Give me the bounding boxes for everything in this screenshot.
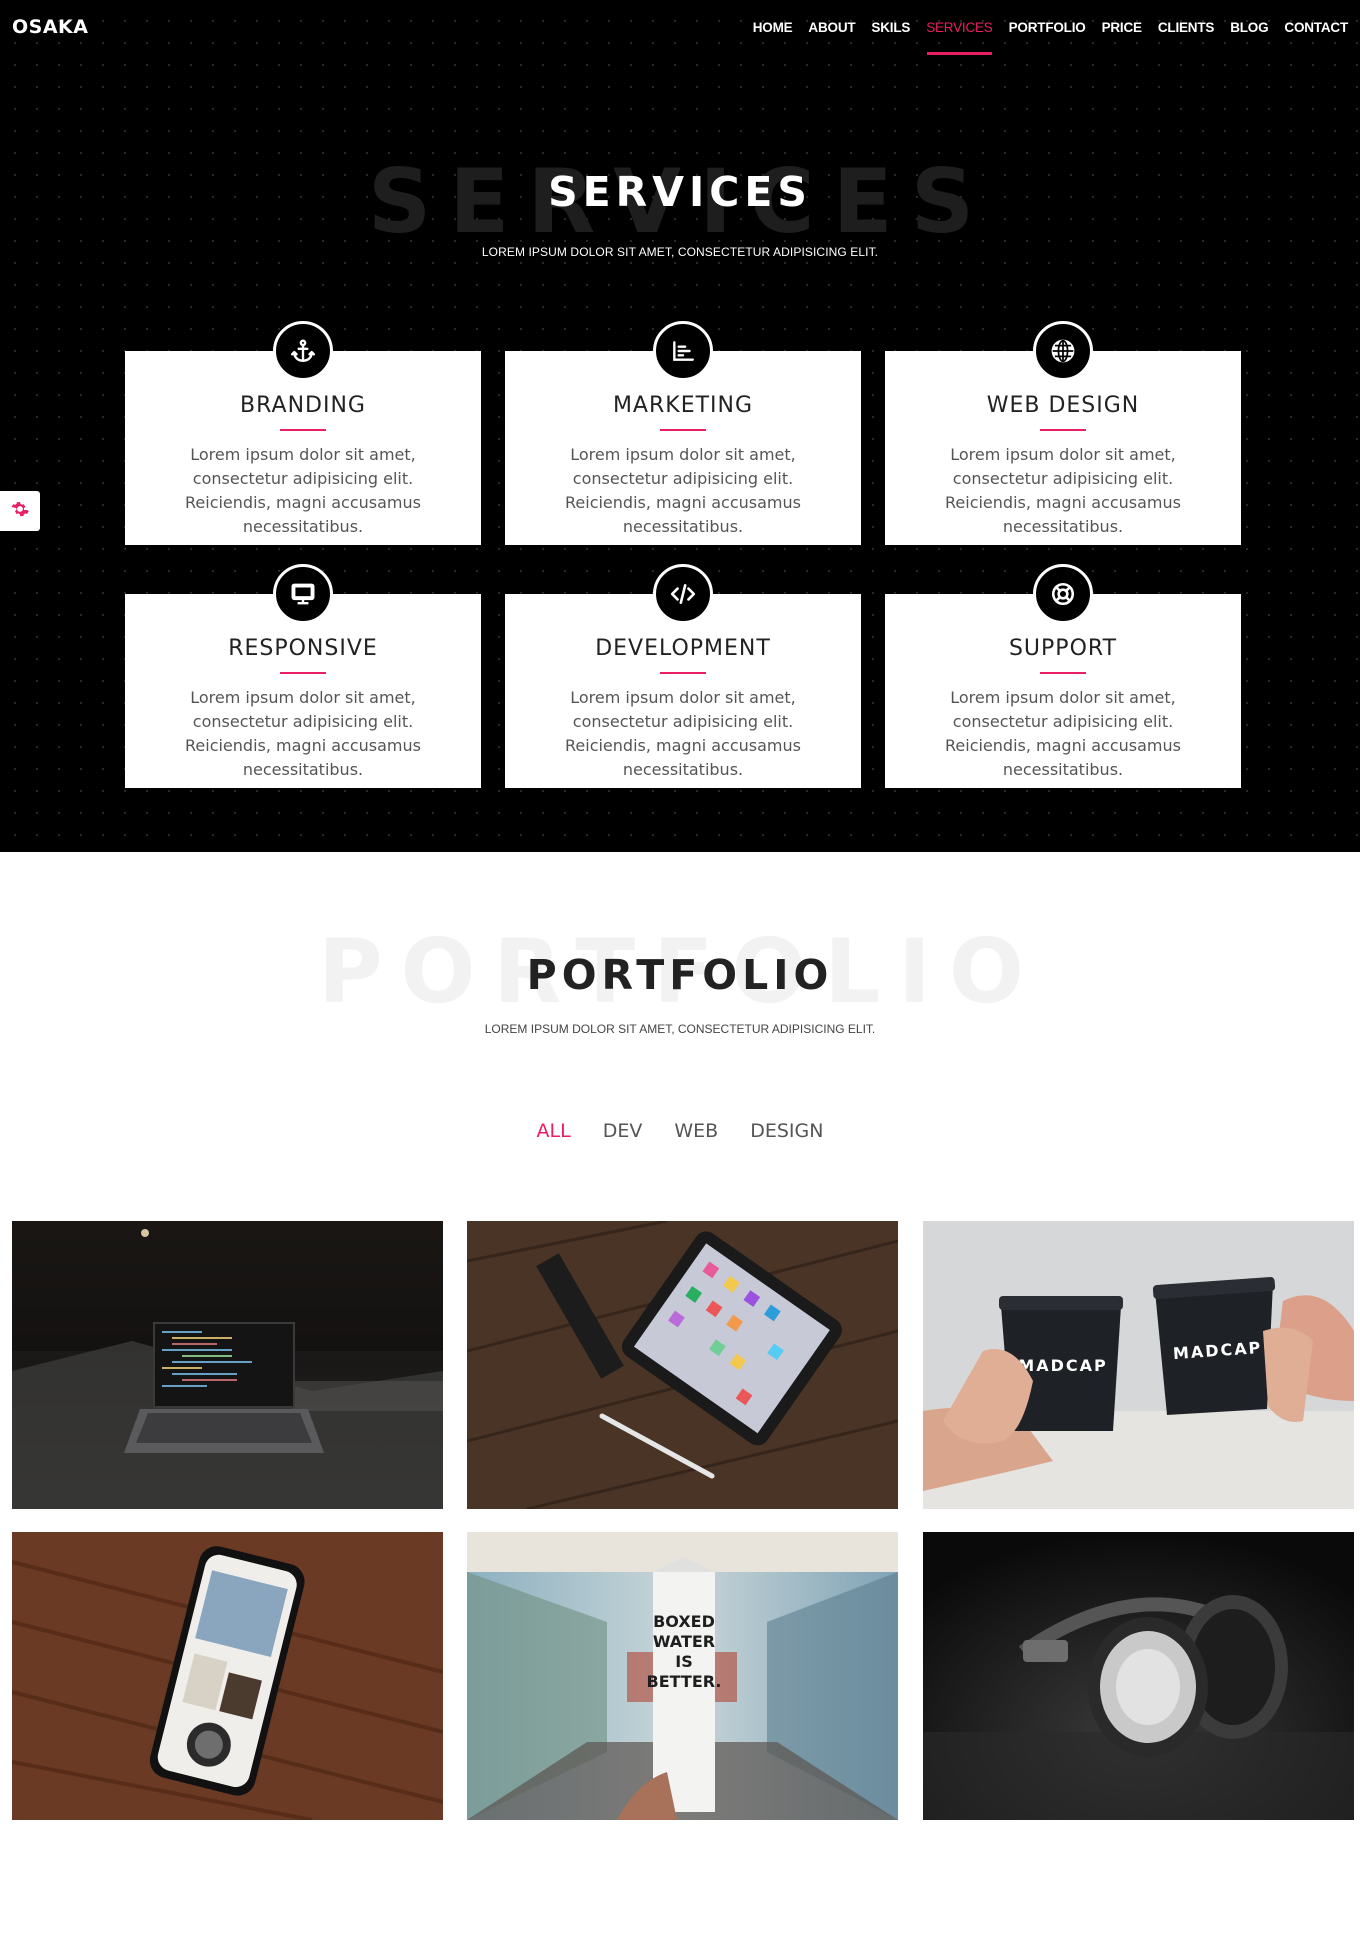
headphones-image[interactable] bbox=[923, 1532, 1354, 1820]
service-card-support: SUPPORT Lorem ipsum dolor sit amet, cons… bbox=[885, 564, 1241, 788]
portfolio-section: PORTFOLIO PORTFOLIO LOREM IPSUM DOLOR SI… bbox=[0, 852, 1360, 1943]
service-divider bbox=[660, 429, 706, 431]
anchor-icon bbox=[273, 321, 333, 381]
service-card-responsive: RESPONSIVE Lorem ipsum dolor sit amet, c… bbox=[125, 564, 481, 788]
svg-text:BETTER.: BETTER. bbox=[647, 1672, 722, 1691]
service-card-development: DEVELOPMENT Lorem ipsum dolor sit amet, … bbox=[505, 564, 861, 788]
nav-item-portfolio[interactable]: PORTFOLIO bbox=[1009, 12, 1086, 43]
service-divider bbox=[660, 672, 706, 674]
portfolio-title: PORTFOLIO bbox=[526, 951, 834, 999]
service-description: Lorem ipsum dolor sit amet, consectetur … bbox=[185, 445, 421, 536]
portfolio-subtitle: LOREM IPSUM DOLOR SIT AMET, CONSECTETUR … bbox=[484, 1022, 876, 1036]
services-title: SERVICES bbox=[548, 168, 812, 216]
desktop-icon bbox=[273, 564, 333, 624]
laptop-code-image[interactable] bbox=[12, 1221, 443, 1509]
settings-toggle-button[interactable] bbox=[0, 491, 40, 531]
service-title: WEB DESIGN bbox=[986, 393, 1140, 418]
service-title: RESPONSIVE bbox=[228, 636, 378, 661]
filter-dev[interactable]: DEV bbox=[603, 1120, 643, 1142]
main-nav: HOME ABOUT SKILS SERVICES PORTFOLIO PRIC… bbox=[737, 12, 1348, 55]
nav-item-clients[interactable]: CLIENTS bbox=[1158, 12, 1215, 43]
service-divider bbox=[1040, 429, 1086, 431]
code-icon bbox=[653, 564, 713, 624]
gear-icon bbox=[10, 499, 30, 523]
service-title: MARKETING bbox=[612, 393, 754, 418]
top-navbar: OSAKA HOME ABOUT SKILS SERVICES PORTFOLI… bbox=[0, 0, 1360, 55]
svg-text:BOXED: BOXED bbox=[653, 1612, 715, 1631]
service-description: Lorem ipsum dolor sit amet, consectetur … bbox=[945, 688, 1181, 779]
services-subtitle: LOREM IPSUM DOLOR SIT AMET, CONSECTETUR … bbox=[481, 245, 879, 259]
site-logo[interactable]: OSAKA bbox=[12, 16, 88, 38]
nav-item-services[interactable]: SERVICES bbox=[926, 12, 993, 55]
service-description: Lorem ipsum dolor sit amet, consectetur … bbox=[565, 688, 801, 779]
service-description: Lorem ipsum dolor sit amet, consectetur … bbox=[565, 445, 801, 536]
service-divider bbox=[280, 672, 326, 674]
globe-icon bbox=[1033, 321, 1093, 381]
nav-item-skils[interactable]: SKILS bbox=[871, 12, 910, 43]
nav-item-price[interactable]: PRICE bbox=[1102, 12, 1142, 43]
coffee-cups-image[interactable]: MADCAP MADCAP bbox=[923, 1221, 1354, 1509]
nav-item-about[interactable]: ABOUT bbox=[808, 12, 855, 43]
service-title: BRANDING bbox=[240, 393, 366, 418]
portfolio-filters: ALL DEV WEB DESIGN bbox=[0, 1120, 1360, 1142]
life-ring-icon bbox=[1033, 564, 1093, 624]
madcap-logo-text: MADCAP bbox=[1018, 1356, 1107, 1375]
svg-text:IS: IS bbox=[675, 1652, 692, 1671]
service-title: DEVELOPMENT bbox=[595, 636, 771, 661]
services-section: SERVICES SERVICES LOREM IPSUM DOLOR SIT … bbox=[0, 0, 1360, 852]
service-title: SUPPORT bbox=[1008, 636, 1118, 661]
nav-item-blog[interactable]: BLOG bbox=[1230, 12, 1268, 43]
boxed-water-image[interactable]: BOXED WATER IS BETTER. bbox=[467, 1532, 898, 1820]
service-divider bbox=[280, 429, 326, 431]
phone-on-wood-image[interactable] bbox=[12, 1532, 443, 1820]
service-description: Lorem ipsum dolor sit amet, consectetur … bbox=[945, 445, 1181, 536]
service-description: Lorem ipsum dolor sit amet, consectetur … bbox=[185, 688, 421, 779]
nav-item-home[interactable]: HOME bbox=[753, 12, 793, 43]
service-card-web-design: WEB DESIGN Lorem ipsum dolor sit amet, c… bbox=[885, 321, 1241, 545]
service-card-marketing: MARKETING Lorem ipsum dolor sit amet, co… bbox=[505, 321, 861, 545]
filter-design[interactable]: DESIGN bbox=[750, 1120, 823, 1142]
chart-icon bbox=[653, 321, 713, 381]
filter-web[interactable]: WEB bbox=[674, 1120, 718, 1142]
tablet-apps-image[interactable] bbox=[467, 1221, 898, 1509]
svg-text:WATER: WATER bbox=[653, 1632, 715, 1651]
nav-item-contact[interactable]: CONTACT bbox=[1284, 12, 1348, 43]
service-card-branding: BRANDING Lorem ipsum dolor sit amet, con… bbox=[125, 321, 481, 545]
filter-all[interactable]: ALL bbox=[537, 1120, 571, 1142]
service-divider bbox=[1040, 672, 1086, 674]
